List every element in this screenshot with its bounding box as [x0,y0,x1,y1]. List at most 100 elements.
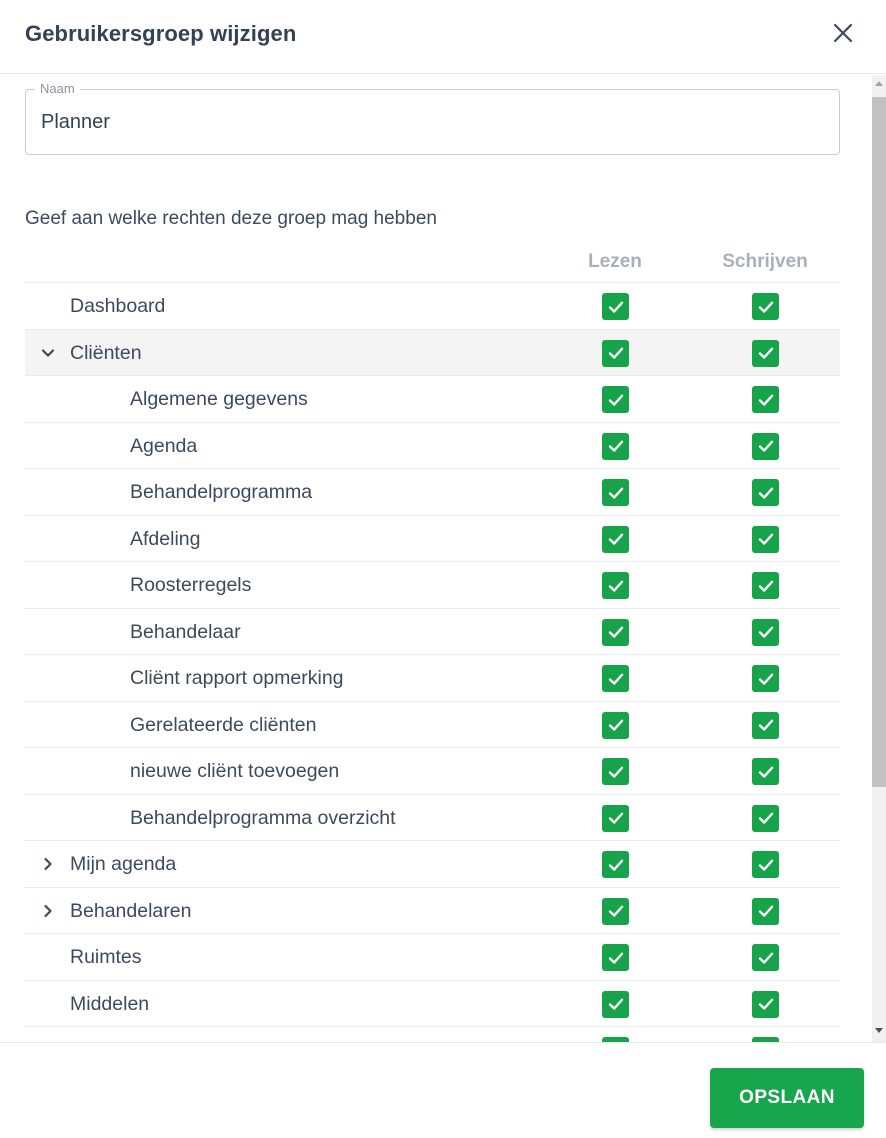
write-checkbox[interactable] [752,293,779,320]
checkmark-icon [608,394,623,406]
chevron-down-icon[interactable] [38,343,58,363]
checkmark-icon [758,487,773,499]
read-checkbox[interactable] [602,339,629,367]
permission-row[interactable]: Cliënten [25,328,840,375]
close-button[interactable] [826,16,860,50]
checkmark-icon [608,952,623,964]
checkmark-icon [608,766,623,778]
permission-row-label: nieuwe cliënt toevoegen [130,760,340,782]
checkmark-icon [758,440,773,452]
permission-row[interactable]: Mijn agenda [25,840,840,887]
read-checkbox[interactable] [602,432,629,460]
dialog-footer: OPSLAAN [0,1042,886,1138]
checkmark-icon [758,812,773,824]
checkmark-icon [608,580,623,592]
permission-row [25,1026,840,1042]
read-checkbox[interactable] [602,479,629,506]
checkmark-icon [758,673,773,685]
scroll-down-arrow-icon[interactable] [875,1028,883,1033]
save-button[interactable]: OPSLAAN [710,1068,864,1128]
write-checkbox[interactable] [752,804,779,832]
read-checkbox[interactable] [602,711,629,739]
write-checkbox[interactable] [752,618,779,646]
permission-row: nieuwe cliënt toevoegen [25,747,840,794]
write-checkbox[interactable] [752,479,779,506]
permission-row: Ruimtes [25,933,840,980]
read-checkbox[interactable] [602,944,629,971]
read-checkbox[interactable] [602,758,629,785]
checkmark-icon [758,626,773,638]
read-checkbox[interactable] [602,572,629,599]
write-checkbox[interactable] [752,665,779,692]
permission-row-label: Algemene gegevens [130,388,308,410]
name-input[interactable] [41,111,821,134]
scroll-up-arrow-icon[interactable] [875,81,883,86]
checkmark-icon [608,859,623,871]
permission-row-label: Behandelprogramma [130,481,313,503]
permission-row-label: Behandelaar [130,620,241,643]
write-checkbox[interactable] [752,758,779,785]
checkmark-icon [608,626,623,638]
permission-row-label: Mijn agenda [70,853,177,875]
permission-row-label: Afdeling [130,527,201,550]
read-checkbox[interactable] [602,804,629,832]
permission-row: Dashboard [25,282,840,329]
checkmark-icon [758,580,773,592]
close-icon [833,23,853,43]
permission-row-label: Cliënt rapport opmerking [130,667,344,689]
permission-row-label: Middelen [70,992,150,1015]
checkmark-icon [608,719,623,731]
checkmark-icon [758,766,773,778]
checkmark-icon [608,998,623,1010]
column-header-write: Schrijven [722,251,808,272]
dialog-content: Naam Geef aan welke rechten deze groep m… [0,75,872,1042]
permissions-table: Dashboard Cliënten Algemene gegevens Agenda… [25,282,840,1042]
permissions-description: Geef aan welke rechten deze groep mag he… [25,208,437,229]
read-checkbox[interactable] [602,665,629,692]
permission-row: Cliënt rapport opmerking [25,654,840,701]
read-checkbox[interactable] [602,293,629,320]
column-header-read: Lezen [588,251,642,272]
permission-row: Middelen [25,979,840,1027]
read-checkbox[interactable] [602,990,629,1018]
name-field[interactable]: Naam [25,81,840,155]
checkmark-icon [758,533,773,545]
write-checkbox[interactable] [752,990,779,1018]
permission-row-label: Behandelprogramma overzicht [130,806,396,829]
permission-row: Afdeling [25,514,840,562]
chevron-right-icon[interactable] [38,854,58,874]
read-checkbox[interactable] [602,897,629,925]
write-checkbox[interactable] [752,432,779,460]
write-checkbox[interactable] [752,851,779,878]
write-checkbox[interactable] [752,897,779,925]
chevron-right-icon[interactable] [38,901,58,921]
scrollbar-thumb[interactable] [872,97,886,787]
permission-row-label: Ruimtes [70,946,142,968]
permission-row: Roosterregels [25,561,840,608]
write-checkbox[interactable] [752,944,779,971]
scrollbar[interactable] [872,75,886,1042]
permission-row-label: Roosterregels [130,574,252,596]
checkmark-icon [608,905,623,917]
write-checkbox[interactable] [752,525,779,553]
checkmark-icon [758,719,773,731]
checkmark-icon [758,905,773,917]
permission-row-label: Cliënten [70,341,142,364]
write-checkbox[interactable] [752,711,779,739]
write-checkbox[interactable] [752,572,779,599]
checkmark-icon [758,394,773,406]
read-checkbox[interactable] [602,386,629,413]
checkmark-icon [758,952,773,964]
name-field-label: Naam [35,81,80,97]
dialog-header: Gebruikersgroep wijzigen [0,0,886,74]
read-checkbox[interactable] [602,618,629,646]
permission-row: Behandelprogramma overzicht [25,793,840,841]
dialog-title: Gebruikersgroep wijzigen [25,21,297,46]
read-checkbox[interactable] [602,525,629,553]
read-checkbox[interactable] [602,851,629,878]
write-checkbox[interactable] [752,339,779,367]
checkmark-icon [608,812,623,824]
permission-row[interactable]: Behandelaren [25,886,840,934]
checkmark-icon [608,673,623,685]
write-checkbox[interactable] [752,386,779,413]
